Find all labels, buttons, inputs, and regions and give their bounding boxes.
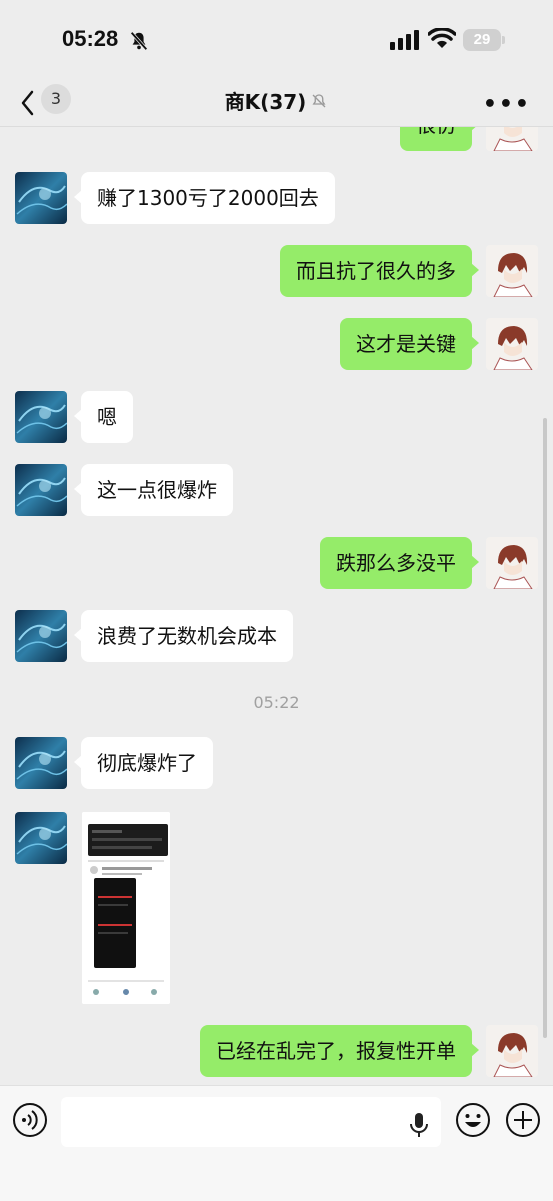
avatar-contact[interactable] <box>15 391 67 443</box>
mic-icon[interactable] <box>408 1112 430 1138</box>
bell-muted-icon <box>130 31 148 51</box>
message-timestamp: 05:22 <box>253 693 300 712</box>
message-list: 很仿 赚了1300亏了2000回去 而且抗了很久的多 这才是关键 嗯 这一点很爆… <box>0 127 553 1085</box>
message-incoming: 彻底爆炸了 <box>15 737 213 789</box>
avatar-contact[interactable] <box>15 610 67 662</box>
more-icon[interactable]: ••• <box>483 92 531 117</box>
avatar-self[interactable] <box>486 245 538 297</box>
avatar-self[interactable] <box>486 537 538 589</box>
emoji-icon[interactable] <box>455 1102 491 1138</box>
message-bubble[interactable]: 这才是关键 <box>340 318 479 370</box>
chat-title: 商K(37) <box>224 90 307 114</box>
battery-tip <box>502 36 505 44</box>
message-bubble[interactable]: 而且抗了很久的多 <box>280 245 479 297</box>
scrollbar[interactable] <box>543 418 547 1038</box>
message-incoming: 这一点很爆炸 <box>15 464 233 516</box>
message-bubble[interactable]: 已经在乱完了，报复性开单 <box>200 1025 479 1077</box>
message-bubble[interactable]: 彻底爆炸了 <box>74 737 213 789</box>
message-outgoing: 已经在乱完了，报复性开单 <box>200 1025 538 1077</box>
message-bubble[interactable]: 这一点很爆炸 <box>74 464 233 516</box>
avatar-contact[interactable] <box>15 464 67 516</box>
message-bubble[interactable]: 赚了1300亏了2000回去 <box>74 172 335 224</box>
message-outgoing: 而且抗了很久的多 <box>280 245 538 297</box>
status-bar: 05:28 29 <box>0 0 553 80</box>
battery-indicator: 29 <box>463 29 501 51</box>
message-bubble[interactable]: 嗯 <box>74 391 133 443</box>
chat-header: 3 商K(37) ••• <box>0 80 553 127</box>
message-incoming: 浪费了无数机会成本 <box>15 610 293 662</box>
message-bubble[interactable]: 很仿 <box>400 127 479 151</box>
avatar-contact[interactable] <box>15 172 67 224</box>
avatar-contact[interactable] <box>15 737 67 789</box>
signal-icon <box>390 30 419 50</box>
avatar-contact[interactable] <box>15 812 67 864</box>
avatar-self[interactable] <box>486 1025 538 1077</box>
chat-title-row: 商K(37) <box>0 86 553 115</box>
message-incoming: 嗯 <box>15 391 133 443</box>
input-bar <box>0 1085 553 1201</box>
message-outgoing: 这才是关键 <box>340 318 538 370</box>
avatar-self[interactable] <box>486 127 538 151</box>
message-bubble[interactable]: 浪费了无数机会成本 <box>74 610 293 662</box>
message-bubble[interactable]: 跌那么多没平 <box>320 537 479 589</box>
status-time: 05:28 <box>62 26 119 51</box>
avatar-self[interactable] <box>486 318 538 370</box>
message-incoming-image <box>15 812 67 864</box>
message-input[interactable] <box>61 1097 441 1147</box>
message-outgoing: 很仿 <box>400 127 538 151</box>
mute-icon <box>312 93 326 107</box>
wifi-icon <box>428 28 456 48</box>
message-outgoing: 跌那么多没平 <box>320 537 538 589</box>
voice-icon[interactable] <box>12 1102 48 1138</box>
message-incoming: 赚了1300亏了2000回去 <box>15 172 335 224</box>
image-message-thumbnail[interactable] <box>82 812 170 1004</box>
plus-icon[interactable] <box>505 1102 541 1138</box>
